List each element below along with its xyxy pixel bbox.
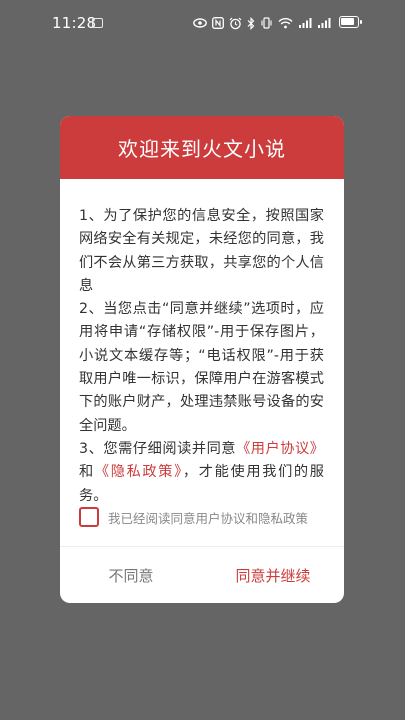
user-agreement-link[interactable]: 《用户协议》: [236, 441, 324, 457]
privacy-paragraph-2: 2、当您点击“同意并继续”选项时，应用将申请“存储权限”-用于保存图片，小说文本…: [79, 301, 324, 434]
agree-checkbox-label[interactable]: 我已经阅读同意用户协议和隐私政策: [108, 508, 308, 527]
notification-icon: [92, 18, 103, 28]
dialog-body: 1、为了保护您的信息安全，按照国家网络安全有关规定，未经您的同意，我们不会从第三…: [60, 179, 344, 508]
alarm-icon: [229, 17, 242, 29]
nfc-icon: [212, 17, 224, 29]
privacy-policy-link[interactable]: 《隐私政策》: [95, 464, 183, 480]
dialog-title: 欢迎来到火文小说: [118, 137, 286, 161]
privacy-paragraph-1: 1、为了保护您的信息安全，按照国家网络安全有关规定，未经您的同意，我们不会从第三…: [79, 208, 324, 294]
paragraph-3-and: 和: [79, 464, 95, 481]
paragraph-3-prefix: 3、您需仔细阅读并同意: [79, 440, 237, 457]
vibrate-icon: [261, 17, 272, 29]
wifi-icon: [278, 18, 293, 29]
status-time: 11:28: [52, 14, 97, 32]
status-icons: [193, 15, 331, 31]
privacy-paragraph-3: 3、您需仔细阅读并同意《用户协议》和《隐私政策》，才能使用我们的服务。: [79, 438, 324, 508]
dialog-header: 欢迎来到火文小说: [60, 116, 344, 179]
eye-icon: [193, 18, 207, 28]
agree-continue-button[interactable]: 同意并继续: [202, 547, 344, 603]
signal-icon-1: [299, 18, 312, 28]
disagree-button[interactable]: 不同意: [60, 547, 202, 603]
status-bar: 11:28: [0, 0, 405, 46]
privacy-dialog: 欢迎来到火文小说 1、为了保护您的信息安全，按照国家网络安全有关规定，未经您的同…: [60, 116, 344, 603]
agree-row[interactable]: 我已经阅读同意用户协议和隐私政策: [79, 505, 334, 529]
dialog-footer: 不同意 同意并继续: [60, 547, 344, 603]
agree-checkbox[interactable]: [79, 507, 99, 527]
bluetooth-icon: [247, 16, 255, 30]
battery-icon: [339, 16, 362, 28]
signal-icon-2: [318, 18, 331, 28]
